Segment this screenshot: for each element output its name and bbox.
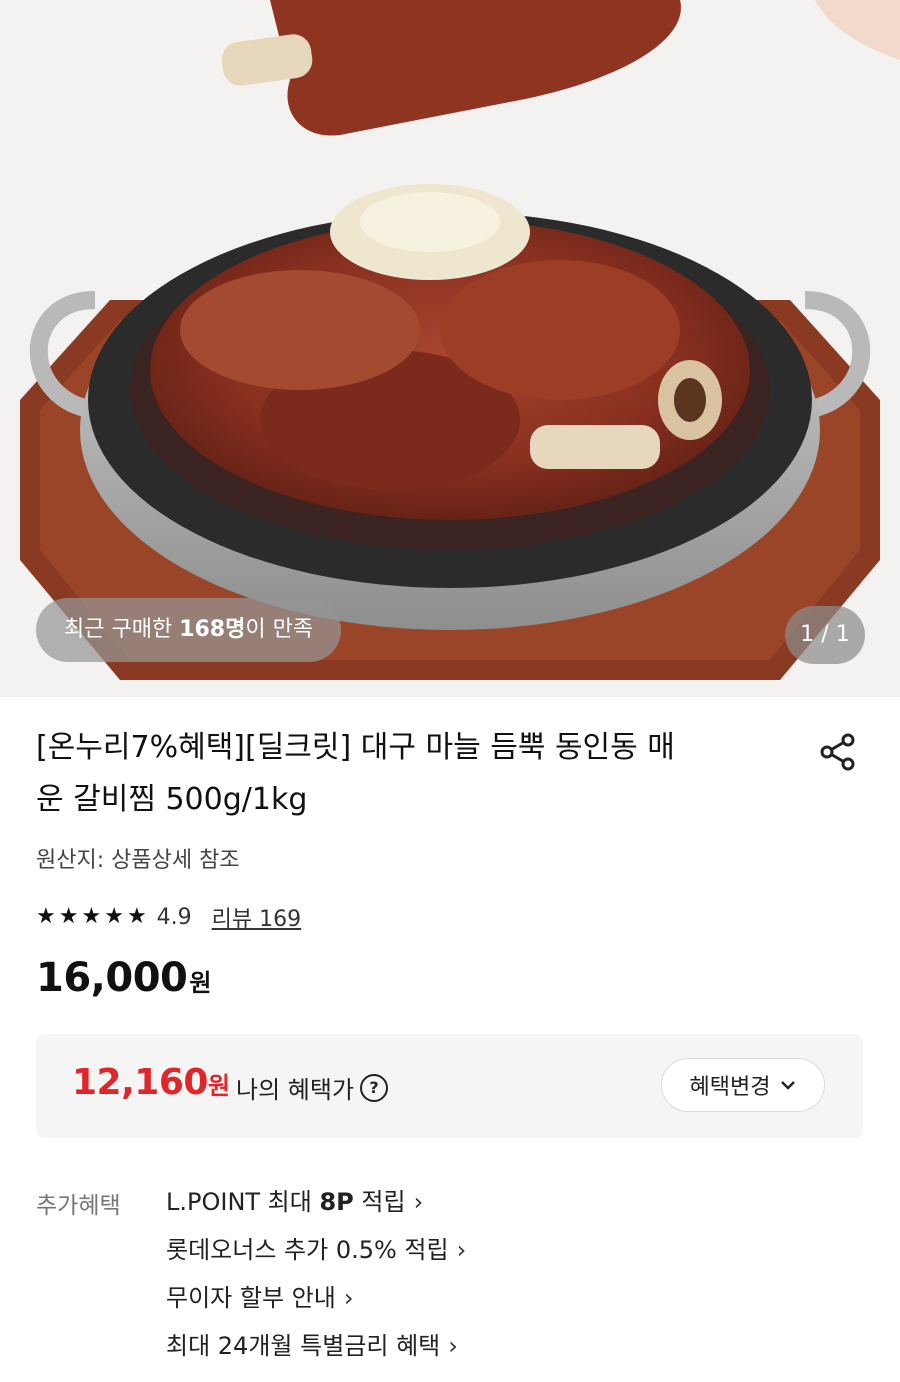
star-icon: ★ <box>36 904 56 929</box>
chevron-right-icon: › <box>456 1236 467 1264</box>
star-icon: ★ <box>81 904 102 929</box>
image-pager: 1 / 1 <box>785 606 865 664</box>
star-icon: ★ <box>126 904 147 929</box>
satisfaction-count: 168명 <box>179 617 246 642</box>
review-link[interactable]: 리뷰 169 <box>212 901 301 933</box>
product-title-line2: 운 갈비찜 500g/1kg <box>36 782 308 817</box>
extra-benefits-label: 추가혜택 <box>36 1193 121 1219</box>
rating-score: 4.9 <box>156 904 192 930</box>
extra-item-text: 무이자 할부 안내 <box>166 1284 336 1312</box>
benefit-amount: 12,160 <box>72 1062 208 1103</box>
benefit-price-box: 12,160원 나의 혜택가 ? 혜택변경 <box>36 1034 863 1138</box>
product-title-line1: [온누리7%혜택][딜크릿] 대구 마늘 듬뿍 동인동 매 <box>36 730 675 765</box>
galbi-jjim-photo <box>20 0 900 680</box>
extra-benefit-installment[interactable]: 무이자 할부 안내 › <box>166 1274 466 1322</box>
share-button[interactable] <box>812 726 864 778</box>
extra-benefits-list: L.POINT 최대 8P 적립 › 롯데오너스 추가 0.5% 적립 › 무이자 … <box>166 1178 466 1370</box>
satisfaction-suffix: 이 만족 <box>245 617 314 642</box>
help-icon[interactable]: ? <box>360 1073 389 1102</box>
price-unit: 원 <box>189 969 211 997</box>
benefit-label: 나의 혜택가 ? <box>236 1070 389 1105</box>
star-icon: ★ <box>58 904 79 929</box>
extra-item-text: 롯데오너스 추가 0.5% 적립 <box>166 1236 449 1264</box>
extra-benefit-special-rate[interactable]: 최대 24개월 특별금리 혜택 › <box>166 1322 466 1370</box>
extra-item-text: 최대 24개월 특별금리 혜택 <box>166 1332 441 1360</box>
chevron-right-icon: › <box>413 1188 424 1216</box>
star-icon: ★ <box>104 904 124 929</box>
rating-row: ★ ★ ★ ★ ★ 4.9 리뷰 169 <box>36 900 301 934</box>
product-title: [온누리7%혜택][딜크릿] 대구 마늘 듬뿍 동인동 매 운 갈비찜 500g… <box>36 722 776 826</box>
extra-benefit-lpoint[interactable]: L.POINT 최대 8P 적립 › <box>166 1178 466 1226</box>
price-amount: 16,000 <box>36 955 188 1001</box>
change-benefit-label: 혜택변경 <box>689 1075 771 1100</box>
original-price: 16,000원 <box>36 955 211 1001</box>
extra-item-text: L.POINT 최대 <box>166 1188 320 1216</box>
product-image[interactable]: 최근 구매한 168명이 만족 1 / 1 <box>0 0 900 697</box>
origin-info: 원산지: 상품상세 참조 <box>36 848 240 873</box>
share-icon <box>820 733 855 771</box>
change-benefit-button[interactable]: 혜택변경 <box>661 1058 825 1112</box>
benefit-unit: 원 <box>207 1072 230 1100</box>
extra-benefit-lotte-owners[interactable]: 롯데오너스 추가 0.5% 적립 › <box>166 1226 466 1274</box>
benefit-price: 12,160원 <box>72 1062 230 1103</box>
recent-satisfaction-badge: 최근 구매한 168명이 만족 <box>36 598 342 662</box>
satisfaction-prefix: 최근 구매한 <box>64 617 180 642</box>
chevron-right-icon: › <box>448 1332 458 1360</box>
rating-stars: ★ ★ ★ ★ ★ <box>36 906 147 928</box>
chevron-down-icon <box>781 1081 796 1090</box>
benefit-label-text: 나의 혜택가 <box>236 1076 355 1104</box>
extra-item-suffix: 적립 <box>353 1188 406 1216</box>
chevron-right-icon: › <box>343 1284 354 1312</box>
extra-item-bold: 8P <box>319 1188 354 1216</box>
